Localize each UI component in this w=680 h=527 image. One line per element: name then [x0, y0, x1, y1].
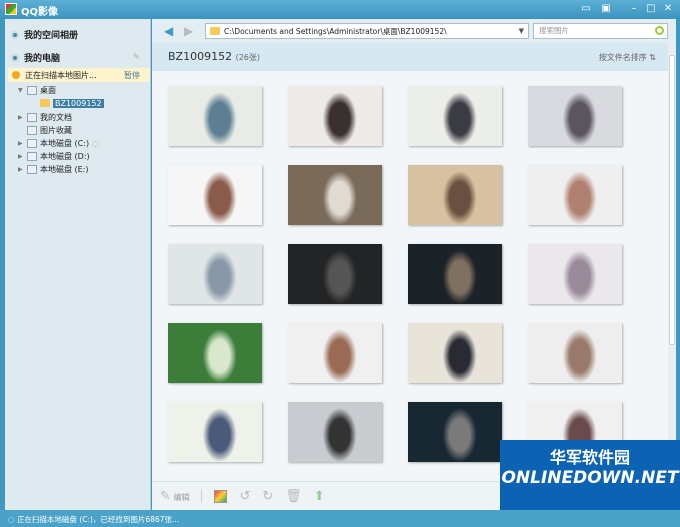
nav-bar: ◀ ▶ C:\Documents and Settings\Administra… — [152, 19, 676, 43]
scan-notice: 正在扫描本地图片... 暂停 — [8, 68, 150, 82]
section-computer[interactable]: 我的电脑 — [11, 51, 60, 64]
sort-button[interactable]: 按文件名排序 ⇅ — [599, 52, 656, 63]
scrollbar-thumb[interactable] — [669, 55, 675, 345]
tree-item-documents[interactable]: ▶ 我的文档 — [18, 111, 72, 123]
photo-thumbnail[interactable] — [288, 86, 382, 146]
watermark-cn: 华军软件园 — [549, 448, 630, 467]
tree-label: 本地磁盘 (D:) — [40, 151, 90, 161]
pause-link[interactable]: 暂停 — [124, 70, 140, 81]
brush-icon: ✎ — [160, 488, 171, 504]
photo-thumbnail[interactable] — [288, 402, 382, 462]
folder-icon — [210, 27, 220, 35]
rotate-right-icon[interactable]: ↻ — [262, 489, 273, 504]
main-panel: ◀ ▶ C:\Documents and Settings\Administra… — [152, 19, 676, 510]
warning-icon — [12, 71, 20, 79]
tree-item-drive-c[interactable]: ▶ 本地磁盘 (C:) ◌ — [18, 137, 99, 149]
sort-label: 按文件名排序 — [598, 53, 647, 62]
photo-thumbnail[interactable] — [528, 244, 622, 304]
path-text: C:\Documents and Settings\Administrator\… — [224, 26, 447, 36]
folder-icon — [40, 99, 50, 107]
photo-thumbnail[interactable] — [408, 402, 502, 462]
minimize-button[interactable]: – — [628, 3, 640, 15]
desktop-icon — [27, 85, 37, 95]
edit-label: 编辑 — [173, 492, 190, 502]
loading-icon: ◌ — [92, 138, 100, 148]
tree-item-drive-d[interactable]: ▶ 本地磁盘 (D:) — [18, 150, 90, 162]
section-label: 我的电脑 — [24, 54, 61, 64]
expand-icon — [11, 30, 19, 39]
tree-label: 我的文档 — [40, 112, 72, 122]
divider — [201, 489, 203, 503]
tree-label: 本地磁盘 (C:) — [40, 138, 90, 148]
path-input[interactable]: C:\Documents and Settings\Administrator\… — [205, 23, 529, 39]
watermark-logo: 华军软件园 ONLINEDOWN.NET — [500, 440, 680, 510]
back-arrow-icon[interactable]: ◀ — [164, 24, 173, 38]
tree-label: 图片收藏 — [40, 125, 72, 135]
scan-text: 正在扫描本地图片... — [25, 70, 97, 80]
documents-icon — [27, 112, 37, 122]
tree-item-drive-e[interactable]: ▶ 本地磁盘 (E:) — [18, 163, 89, 175]
tree-label: BZ1009152 — [53, 98, 104, 108]
search-input[interactable]: 搜索图片 — [533, 23, 668, 39]
expand-icon — [11, 53, 19, 62]
photo-thumbnail[interactable] — [168, 86, 262, 146]
scrollbar[interactable] — [668, 43, 676, 483]
photo-thumbnail[interactable] — [288, 323, 382, 383]
trash-icon[interactable]: 🗑 — [285, 489, 302, 504]
photo-thumbnail[interactable] — [408, 323, 502, 383]
favorites-icon — [27, 125, 37, 135]
drive-icon — [27, 164, 37, 174]
photo-thumbnail[interactable] — [168, 402, 262, 462]
loading-icon: ◌ — [8, 515, 17, 524]
section-album[interactable]: 我的空间相册 — [11, 28, 78, 41]
folder-title: BZ1009152 (26张) — [168, 50, 260, 63]
chevron-down-icon[interactable]: ▼ — [519, 27, 524, 35]
photo-thumbnail[interactable] — [168, 244, 262, 304]
drive-icon — [27, 138, 37, 148]
maximize-button[interactable]: □ — [645, 3, 657, 15]
settings-icon[interactable]: ✎ — [133, 52, 140, 61]
photo-thumbnail[interactable] — [528, 323, 622, 383]
status-bar: ◌ 正在扫描本地磁盘 (C:)，已经找到图片6867张... — [0, 510, 680, 527]
rotate-left-icon[interactable]: ↺ — [239, 489, 250, 504]
edit-button[interactable]: ✎ 编辑 — [160, 489, 189, 504]
feedback-icon[interactable]: ▭ — [580, 3, 592, 15]
color-picker-icon[interactable] — [214, 489, 228, 503]
folder-name: BZ1009152 — [168, 50, 233, 63]
search-icon[interactable] — [655, 26, 664, 35]
upload-icon[interactable]: ⬆ — [314, 489, 325, 504]
search-placeholder: 搜索图片 — [539, 26, 569, 35]
skin-icon[interactable]: ▣ — [600, 3, 612, 15]
photo-count: (26张) — [235, 53, 260, 62]
photo-thumbnail[interactable] — [408, 86, 502, 146]
photo-thumbnail[interactable] — [168, 165, 262, 225]
photo-thumbnail[interactable] — [288, 244, 382, 304]
photo-thumbnail[interactable] — [408, 165, 502, 225]
folder-header: BZ1009152 (26张) 按文件名排序 ⇅ — [152, 43, 668, 71]
watermark-en: ONLINEDOWN.NET — [501, 468, 679, 488]
window-title: QQ影像 — [21, 7, 59, 18]
app-logo-icon — [5, 3, 17, 15]
status-text: 正在扫描本地磁盘 (C:)，已经找到图片6867张... — [16, 515, 180, 524]
drive-icon — [27, 151, 37, 161]
photo-thumbnail[interactable] — [408, 244, 502, 304]
title-bar: QQ影像 ▭ ▣ – □ ✕ — [0, 0, 680, 19]
close-button[interactable]: ✕ — [662, 3, 674, 15]
tree-label: 本地磁盘 (E:) — [40, 164, 89, 174]
photo-thumbnail[interactable] — [168, 323, 262, 383]
tree-label: 桌面 — [40, 85, 56, 95]
tree-item-bz1009152[interactable]: BZ1009152 — [40, 97, 104, 109]
sidebar: 我的空间相册 我的电脑 ✎ 正在扫描本地图片... 暂停 ▼ 桌面 BZ10091… — [5, 19, 151, 510]
photo-thumbnail[interactable] — [528, 86, 622, 146]
photo-thumbnail[interactable] — [288, 165, 382, 225]
tree-item-desktop[interactable]: ▼ 桌面 — [18, 84, 56, 96]
photo-thumbnail[interactable] — [528, 165, 622, 225]
sort-icon: ⇅ — [649, 53, 656, 62]
section-label: 我的空间相册 — [24, 31, 79, 41]
tree-item-favorites[interactable]: 图片收藏 — [18, 124, 72, 136]
forward-arrow-icon[interactable]: ▶ — [184, 24, 193, 38]
